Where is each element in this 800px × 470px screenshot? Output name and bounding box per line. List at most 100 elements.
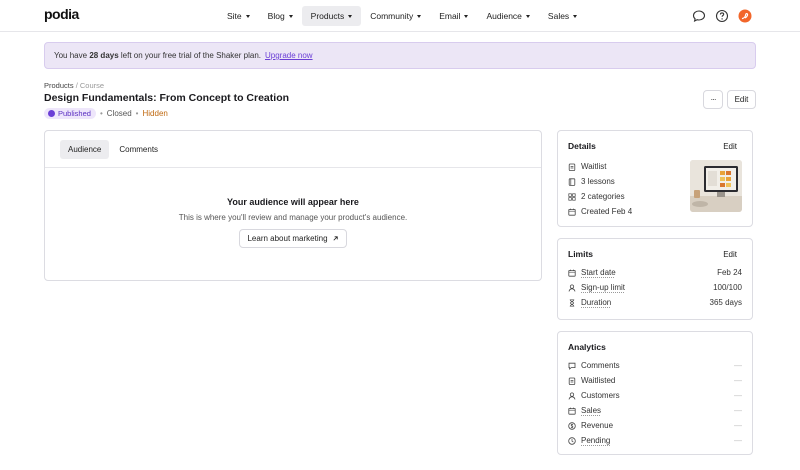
grid-icon — [568, 192, 576, 201]
limits-edit-button[interactable]: Edit — [723, 250, 737, 259]
clipboard-icon — [568, 377, 576, 385]
analytics-value: — — [734, 421, 742, 430]
nav-products-label: Products — [310, 11, 345, 21]
limit-value: 365 days — [709, 298, 742, 307]
nav-community-label: Community — [370, 11, 414, 21]
limit-row-duration: Duration 365 days — [568, 295, 742, 310]
nav-audience-label: Audience — [486, 11, 522, 21]
status-badge-label: Published — [58, 109, 91, 118]
product-thumbnail[interactable] — [690, 160, 742, 212]
nav-community[interactable]: Community — [361, 6, 430, 26]
analytics-row-pending: Pending — — [568, 433, 742, 448]
upgrade-link[interactable]: Upgrade now — [265, 51, 313, 60]
limits-panel: Limits Edit Start date Feb 24 Sign-up li… — [557, 238, 753, 320]
nav-email-label: Email — [439, 11, 461, 21]
banner-days: 28 days — [89, 51, 119, 60]
nav-email[interactable]: Email — [430, 6, 477, 26]
analytics-value: — — [734, 391, 742, 400]
more-options-button[interactable]: ··· — [703, 90, 723, 109]
access-status: Closed — [106, 109, 132, 118]
limit-value: Feb 24 — [717, 268, 742, 277]
user-icon — [568, 283, 576, 292]
breadcrumb-products[interactable]: Products — [44, 81, 74, 90]
nav-blog[interactable]: Blog — [259, 6, 302, 26]
chevron-down-icon — [348, 15, 353, 18]
banner-prefix: You have — [54, 51, 88, 60]
detail-label: 3 lessons — [581, 177, 615, 186]
breadcrumb: Products / Course — [44, 81, 104, 90]
product-thumbnail-image — [690, 160, 742, 212]
clipboard-icon — [568, 163, 576, 171]
audience-card: Audience Comments Your audience will app… — [44, 130, 542, 281]
nav-blog-label: Blog — [267, 11, 285, 21]
chevron-down-icon — [417, 15, 422, 18]
calendar-icon — [568, 407, 576, 415]
analytics-title: Analytics — [568, 342, 606, 352]
top-bar: podia Site Blog Products Community Email… — [0, 0, 800, 32]
analytics-panel: Analytics Comments — Waitlisted — Custom… — [557, 331, 753, 455]
analytics-label: Waitlisted — [581, 376, 616, 385]
analytics-row-comments: Comments — — [568, 358, 742, 373]
analytics-label: Revenue — [581, 421, 614, 430]
analytics-row-waitlisted: Waitlisted — — [568, 373, 742, 388]
separator-dot: • — [99, 109, 103, 118]
analytics-label: Sales — [581, 406, 602, 415]
arrow-up-right-icon — [332, 236, 338, 241]
calendar-icon — [568, 269, 576, 277]
nav-site[interactable]: Site — [218, 6, 259, 26]
nav-site-label: Site — [227, 11, 242, 21]
tab-audience[interactable]: Audience — [60, 139, 110, 159]
tab-bar: Audience Comments — [45, 131, 541, 168]
dollar-icon — [568, 421, 576, 430]
limit-label: Sign-up limit — [581, 283, 626, 292]
learn-marketing-label: Learn about marketing — [247, 234, 328, 243]
status-badge: Published — [44, 108, 96, 119]
separator-dot: • — [135, 109, 139, 118]
limit-label: Duration — [581, 298, 612, 307]
chat-icon[interactable] — [692, 9, 706, 23]
nav-products[interactable]: Products — [301, 6, 362, 26]
chevron-down-icon — [464, 15, 469, 18]
analytics-value: — — [734, 406, 742, 415]
details-edit-button[interactable]: Edit — [723, 142, 737, 151]
help-icon[interactable] — [715, 9, 729, 23]
detail-label: 2 categories — [581, 192, 625, 201]
analytics-row-sales: Sales — — [568, 403, 742, 418]
limit-row-start-date: Start date Feb 24 — [568, 265, 742, 280]
analytics-row-revenue: Revenue — — [568, 418, 742, 433]
edit-product-button[interactable]: Edit — [727, 90, 756, 109]
limit-row-signup: Sign-up limit 100/100 — [568, 280, 742, 295]
analytics-value: — — [734, 376, 742, 385]
hourglass-icon — [569, 298, 575, 307]
analytics-label: Customers — [581, 391, 620, 400]
main-nav: Site Blog Products Community Email Audie… — [218, 6, 586, 26]
page-title: Design Fundamentals: From Concept to Cre… — [44, 92, 290, 104]
chevron-down-icon — [525, 15, 530, 18]
chevron-down-icon — [245, 15, 250, 18]
clock-icon — [568, 436, 576, 445]
analytics-label: Comments — [581, 361, 620, 370]
limits-title: Limits — [568, 249, 594, 259]
detail-label: Created Feb 4 — [581, 207, 633, 216]
empty-state-text: This is where you'll review and manage y… — [178, 213, 408, 222]
product-status-row: Published • Closed • Hidden — [44, 108, 168, 119]
details-panel: Details Edit Waitlist 3 lessons 2 catego… — [557, 130, 753, 227]
trial-banner: You have 28 days left on your free trial… — [44, 42, 756, 69]
analytics-row-customers: Customers — — [568, 388, 742, 403]
banner-suffix: left on your free trial of the Shaker pl… — [120, 51, 261, 60]
analytics-value: — — [734, 436, 742, 445]
nav-audience[interactable]: Audience — [477, 6, 538, 26]
nav-sales[interactable]: Sales — [539, 6, 586, 26]
limit-value: 100/100 — [713, 283, 742, 292]
comment-icon — [568, 362, 576, 370]
user-icon — [568, 391, 576, 400]
account-icon[interactable] — [738, 9, 752, 23]
tab-comments[interactable]: Comments — [111, 140, 166, 159]
podia-logo[interactable]: podia — [44, 6, 79, 22]
learn-marketing-button[interactable]: Learn about marketing — [239, 229, 347, 248]
top-icons — [692, 9, 752, 23]
analytics-value: — — [734, 361, 742, 370]
book-icon — [568, 177, 576, 186]
detail-label: Waitlist — [581, 162, 607, 171]
empty-state: Your audience will appear here This is w… — [45, 168, 541, 248]
